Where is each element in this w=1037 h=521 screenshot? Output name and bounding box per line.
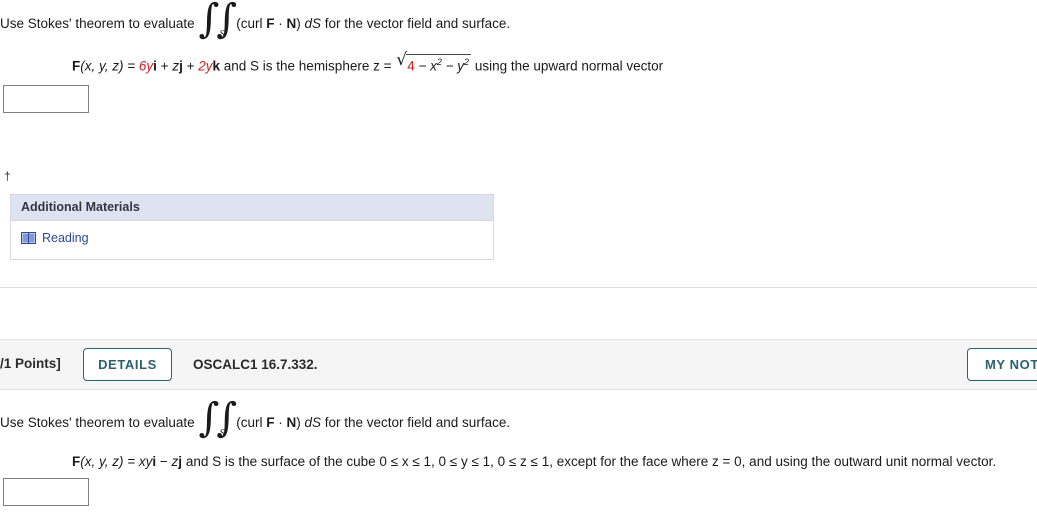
radicand-x-term: − x [414, 58, 437, 74]
dot-operator: · [274, 415, 287, 430]
k-unit-vector: k [212, 58, 220, 74]
plus-operator-2: + [182, 58, 199, 74]
i-coefficient: xy [138, 454, 153, 469]
vector-N-label: N [286, 415, 297, 430]
question2-answer-input[interactable] [3, 478, 89, 506]
radicand-y-exponent: 2 [464, 57, 470, 67]
i-coefficient: 6y [138, 58, 154, 74]
reading-link[interactable]: Reading [21, 231, 89, 245]
prompt-curl-open: (curl [236, 415, 267, 430]
question2-code-label: OSCALC1 16.7.332. [193, 357, 318, 372]
double-integral-icon: ∫∫ S [198, 0, 237, 40]
prompt-text-after: for the vector field and surface. [320, 16, 511, 31]
question1-formula: F(x, y, z) = 6yi + zj + 2yk and S is the… [72, 50, 664, 77]
formula-tail-text: using the upward normal vector [474, 58, 664, 74]
my-notes-button[interactable]: MY NOT [967, 348, 1037, 381]
radicand-y-term: − y [441, 58, 465, 74]
formula-field-args: (x, y, z) = [80, 454, 139, 469]
k-coefficient: 2y [198, 58, 213, 74]
prompt-text-before: Use Stokes' theorem to evaluate [0, 415, 195, 430]
square-root-expression: √ 4 − x2 − y2 [396, 50, 472, 77]
vector-N-label: N [286, 16, 297, 31]
formula-middle-text: and S is the hemisphere z = [220, 58, 396, 74]
details-button[interactable]: DETAILS [83, 348, 172, 381]
minus-operator: − [156, 454, 172, 469]
reading-link-label: Reading [42, 231, 89, 245]
question-divider [0, 287, 1037, 288]
dot-operator: · [274, 16, 287, 31]
additional-materials-panel: Additional Materials Reading [10, 194, 494, 260]
question1-prompt: Use Stokes' theorem to evaluate ∫∫ S (cu… [0, 0, 511, 40]
integral-glyphs: ∫∫ [198, 395, 237, 441]
additional-materials-header: Additional Materials [11, 195, 493, 221]
integral-subscript: S [219, 29, 225, 40]
question2-formula: F(x, y, z) = xyi − zj and S is the surfa… [72, 452, 996, 472]
formula-field-label: F [72, 454, 81, 469]
footnote-dagger-marker: † [4, 169, 11, 183]
dS-term: dS [304, 16, 321, 31]
double-integral-icon: ∫∫ S [198, 398, 237, 439]
integral-glyphs: ∫∫ [198, 0, 237, 42]
additional-materials-body: Reading [11, 221, 493, 259]
radical-icon: √ [396, 50, 408, 70]
book-icon [21, 232, 36, 244]
integral-subscript: S [219, 428, 225, 439]
prompt-text-before: Use Stokes' theorem to evaluate [0, 16, 195, 31]
dS-term: dS [304, 415, 321, 430]
formula-tail-text: and S is the surface of the cube 0 ≤ x ≤… [182, 454, 997, 469]
question2-prompt: Use Stokes' theorem to evaluate ∫∫ S (cu… [0, 398, 511, 439]
prompt-curl-open: (curl [236, 16, 267, 31]
question1-answer-input[interactable] [3, 85, 89, 113]
formula-field-label: F [72, 58, 81, 74]
radicand-constant: 4 [407, 58, 415, 74]
question2-points-label: /1 Points] [0, 356, 61, 371]
prompt-text-after: for the vector field and surface. [320, 415, 511, 430]
formula-field-args: (x, y, z) = [80, 58, 139, 74]
radicand: 4 − x2 − y2 [406, 54, 472, 74]
plus-operator-1: + [156, 58, 173, 74]
